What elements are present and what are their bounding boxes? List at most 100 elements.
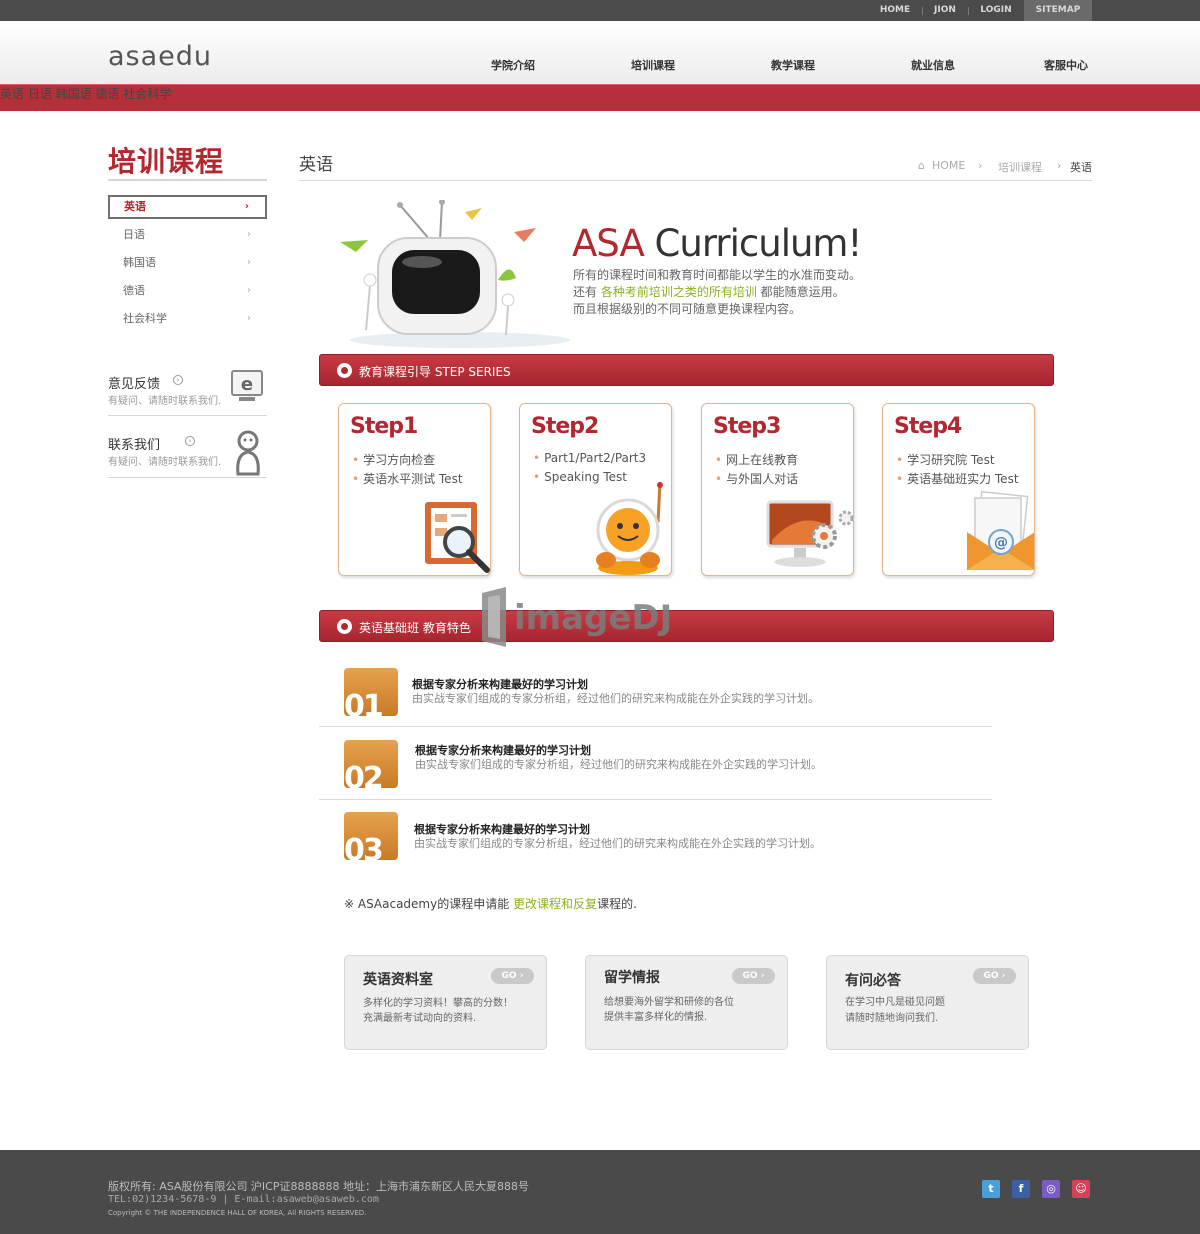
go-button[interactable]: GO › [973,968,1016,984]
feature-number-badge: 01 [344,668,398,716]
card-desc-line: 给想要海外留学和研修的各位 [604,997,734,1008]
step-title: Step2 [531,414,599,439]
step-title: Step4 [894,414,962,439]
chevron-right-icon: › [247,313,251,324]
gnb-teaching[interactable]: 教学课程 [771,57,815,73]
step-title: Step1 [350,414,418,439]
feature-desc: 由实战专家们组成的专家分析组，经过他们的研究来构成能在外企实践的学习计划。 [412,692,819,705]
section-band-steps: 教育课程引导 STEP SERIES [319,354,1054,386]
community-icon[interactable]: ◎ [1042,1180,1060,1198]
divider [319,726,992,727]
hero-line-2-pre: 还有 [573,285,601,299]
card-desc-line: 充满最新考试动向的资料. [363,1013,477,1024]
go-button[interactable]: GO › [732,968,775,984]
sidebar-item-social-science[interactable]: 社会科学 › [108,307,267,331]
arrow-circle-icon: › [173,375,183,385]
gnb-jobs[interactable]: 就业信息 [911,57,955,73]
card-study-abroad[interactable]: 留学情报 GO › 给想要海外留学和研修的各位 提供丰富多样化的情报. [585,955,788,1050]
feedback-title: 意见反馈 [108,377,161,392]
home-icon: ⌂ [918,159,925,172]
gnb-service[interactable]: 客服中心 [1044,57,1088,73]
card-desc-line: 提供丰富多样化的情报. [604,1012,708,1023]
hero-title: ASA Curriculum! [572,222,863,265]
step-card-3[interactable]: Step3 网上在线教育 与外国人对话 [701,403,854,576]
feature-item-3: 03 根据专家分析来构建最好的学习计划 由实战专家们组成的专家分析组，经过他们的… [319,808,992,878]
subnav-german[interactable]: 德语 [96,87,120,101]
divider [299,180,1092,181]
site-logo[interactable]: asaedu [108,41,212,72]
sidebar-item-japanese[interactable]: 日语 › [108,223,267,247]
arrow-circle-icon: › [185,436,195,446]
divider [108,179,267,181]
sidebar-item-korean[interactable]: 韩国语 › [108,251,267,275]
gnb-training[interactable]: 培训课程 [631,57,675,73]
sidebar-item-german[interactable]: 德语 › [108,279,267,303]
sidebar-title: 培训课程 [108,145,225,178]
bullet-circle-icon [337,363,352,378]
astronaut-mascot-icon [596,482,663,575]
card-qa[interactable]: 有问必答 GO › 在学习中凡是碰见问题 请随时随地询问我们. [826,955,1029,1050]
feature-desc: 由实战专家们组成的专家分析组，经过他们的研究来构成能在外企实践的学习计划。 [415,758,822,771]
breadcrumb-home[interactable]: HOME [932,159,965,172]
hero-title-text: Curriculum! [643,222,863,265]
top-utility-bar: HOME JION LOGIN SITEMAP [0,0,1200,21]
feedback-box[interactable]: 意见反馈 › 有疑问、请随时联系我们. e [108,367,267,429]
contact-box[interactable]: 联系我们 › 有疑问、请随时联系我们. [108,428,267,490]
card-title: 英语资料室 [363,972,433,988]
subnav-korean[interactable]: 韩国语 [56,87,92,101]
notice-link[interactable]: 更改课程和反复 [513,897,597,911]
divider [108,477,267,478]
card-desc-line: 多样化的学习资料！攀高的分数！ [363,998,513,1009]
gnb-about[interactable]: 学院介绍 [491,57,535,73]
hero-line-1: 所有的课程时间和教育时间都能以学生的水准而变动。 [573,268,862,282]
contact-desc: 有疑问、请随时联系我们. [108,457,222,468]
subnav-english[interactable]: 英语 [0,87,24,101]
subnav-japanese[interactable]: 日语 [28,87,52,101]
hero-line-2-post: 都能随意运用。 [756,285,845,299]
step-card-4[interactable]: Step4 学习研究院 Test 英语基础班实力 Test @ [882,403,1035,576]
sitemap-link[interactable]: SITEMAP [1026,0,1090,21]
card-title: 有问必答 [845,973,901,989]
blog-icon[interactable]: ☺ [1072,1180,1090,1198]
notice-post: 课程的. [597,897,637,911]
twitter-icon[interactable]: t [982,1180,1000,1198]
divider [922,7,923,15]
step-card-2[interactable]: Step2 Part1/Part2/Part3 Speaking Test [519,403,672,576]
step-item: 学习研究院 Test [896,451,994,468]
magnifier-document-icon [425,502,490,573]
chevron-right-icon: › [244,201,249,212]
notice-pre: ※ ASAacademy的课程申请能 [344,897,514,911]
facebook-icon[interactable]: f [1012,1180,1030,1198]
step-item: 英语基础班实力 Test [896,470,1018,487]
breadcrumb-current: 英语 [1070,161,1092,174]
monitor-gear-icon [766,500,853,567]
login-link[interactable]: LOGIN [972,0,1020,21]
page-title: 英语 [299,155,333,175]
card-english-materials[interactable]: 英语资料室 GO › 多样化的学习资料！攀高的分数！ 充满最新考试动向的资料. [344,955,547,1050]
sidebar-item-label: 英语 [124,200,146,213]
subnav-social-science[interactable]: 社会科学 [123,87,171,101]
monitor-e-icon: e [231,370,263,401]
chevron-right-icon: › [247,229,251,240]
footer: 版权所有: ASA股份有限公司 沪ICP证8888888 地址：上海市浦东新区人… [0,1150,1200,1234]
hero-line-2: 还有 各种考前培训之类的所有培训 都能随意运用。 [573,283,845,300]
chevron-right-icon: › [1057,159,1062,172]
watermark-text: imageDJ [514,598,672,638]
header: asaedu 学院介绍 培训课程 教学课程 就业信息 客服中心 [0,21,1200,84]
home-link[interactable]: HOME [872,0,918,21]
sidebar-item-english[interactable]: 英语 › [108,195,267,219]
tv-mascot-illustration [340,200,570,348]
step-item: 网上在线教育 [715,451,798,468]
svg-text:@: @ [994,535,1008,551]
divider [968,7,969,15]
feature-item-2: 02 根据专家分析来构建最好的学习计划 由实战专家们组成的专家分析组，经过他们的… [319,736,992,806]
join-link[interactable]: JION [926,0,964,21]
step-card-1[interactable]: Step1 学习方向检查 英语水平测试 Test [338,403,491,576]
card-title: 留学情报 [604,970,660,986]
step-item: 英语水平测试 Test [352,470,462,487]
go-button[interactable]: GO › [491,968,534,984]
chevron-right-icon: › [978,159,983,172]
section-band-title: 英语基础班 教育特色 [359,621,471,635]
bullet-circle-icon [337,619,352,634]
breadcrumb-training[interactable]: 培训课程 [998,159,1042,175]
